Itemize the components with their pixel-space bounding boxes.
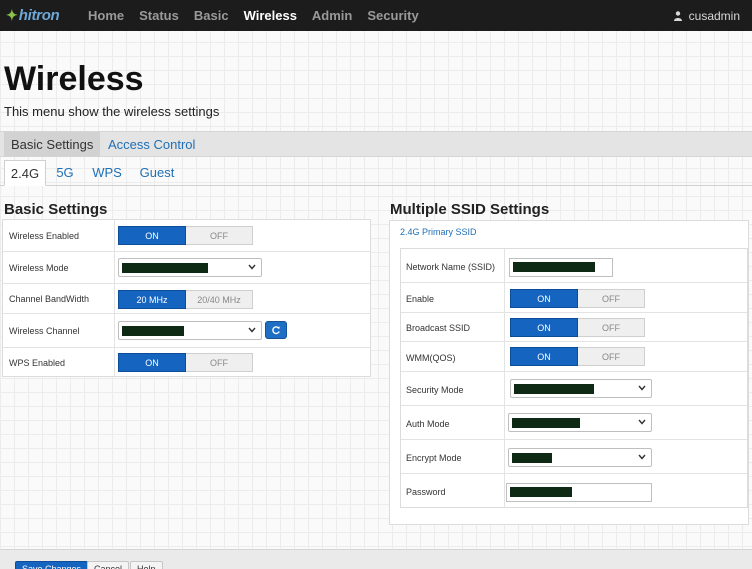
username: cusadmin [688, 9, 740, 23]
nav-admin[interactable]: Admin [312, 8, 352, 23]
row-wps-enabled: WPS Enabled ON OFF [3, 348, 370, 378]
row-channel-bandwidth: Channel BandWidth 20 MHz 20/40 MHz [3, 284, 370, 314]
nav-security[interactable]: Security [367, 8, 418, 23]
auth-mode-label: Auth Mode [406, 419, 450, 429]
user-icon [673, 11, 682, 21]
broadcast-ssid-on[interactable]: ON [510, 318, 578, 337]
row-wireless-mode: Wireless Mode [3, 252, 370, 284]
tab-5g[interactable]: 5G [52, 160, 78, 186]
main-nav: Home Status Basic Wireless Admin Securit… [88, 8, 434, 23]
wireless-channel-label: Wireless Channel [9, 326, 80, 336]
wmm-qos-off[interactable]: OFF [578, 347, 645, 366]
tab-basic-settings[interactable]: Basic Settings [4, 132, 101, 157]
wireless-enabled-on[interactable]: ON [118, 226, 186, 245]
page-title: Wireless [4, 60, 144, 98]
row-wmm-qos: WMM(QOS) ON OFF [401, 342, 747, 372]
row-security-mode: Security Mode [401, 372, 747, 406]
redacted-value [122, 326, 184, 336]
top-nav-bar: ✦ hitron Home Status Basic Wireless Admi… [0, 0, 752, 31]
network-name-input[interactable] [509, 258, 613, 277]
logo-arrow-icon: ✦ [6, 7, 18, 23]
bandwidth-20mhz[interactable]: 20 MHz [118, 290, 186, 309]
broadcast-ssid-toggle: ON OFF [510, 318, 645, 337]
band-tabs: 2.4G 5G WPS Guest [0, 160, 752, 186]
enable-on[interactable]: ON [510, 289, 578, 308]
cancel-button[interactable]: Cancel [87, 561, 130, 569]
encrypt-mode-select[interactable] [508, 448, 652, 467]
security-mode-label: Security Mode [406, 385, 464, 395]
broadcast-ssid-off[interactable]: OFF [578, 318, 645, 337]
row-wireless-channel: Wireless Channel [3, 314, 370, 348]
chevron-down-icon [638, 419, 646, 425]
wireless-mode-label: Wireless Mode [9, 263, 69, 273]
redacted-value [513, 262, 595, 272]
broadcast-ssid-label: Broadcast SSID [406, 323, 471, 333]
bottom-action-bar: Save Changes Cancel Help [0, 549, 752, 569]
basic-settings-title: Basic Settings [4, 201, 108, 218]
chevron-down-icon [638, 385, 646, 391]
logo-text: hitron [18, 7, 60, 24]
tab-2-4g[interactable]: 2.4G [4, 160, 46, 186]
enable-off[interactable]: OFF [578, 289, 645, 308]
auth-mode-select[interactable] [508, 413, 652, 432]
row-broadcast-ssid: Broadcast SSID ON OFF [401, 313, 747, 342]
nav-basic[interactable]: Basic [194, 8, 229, 23]
nav-status[interactable]: Status [139, 8, 179, 23]
tab-guest[interactable]: Guest [136, 160, 178, 186]
redacted-value [514, 384, 594, 394]
refresh-icon [272, 326, 280, 335]
wireless-channel-select[interactable] [118, 321, 262, 340]
ssid-settings-title: Multiple SSID Settings [390, 201, 550, 218]
enable-label: Enable [406, 294, 435, 304]
security-mode-select[interactable] [510, 379, 652, 398]
wmm-qos-on[interactable]: ON [510, 347, 578, 366]
row-auth-mode: Auth Mode [401, 406, 747, 440]
redacted-value [122, 263, 208, 273]
help-button[interactable]: Help [130, 561, 163, 569]
basic-settings-panel: Wireless Enabled ON OFF Wireless Mode Ch… [2, 219, 371, 377]
chevron-down-icon [248, 264, 256, 270]
row-wireless-enabled: Wireless Enabled ON OFF [3, 220, 370, 252]
channel-bandwidth-label: Channel BandWidth [9, 294, 90, 304]
wps-enabled-label: WPS Enabled [9, 358, 66, 368]
encrypt-mode-label: Encrypt Mode [406, 453, 462, 463]
redacted-value [512, 418, 580, 428]
row-password: Password [401, 474, 747, 509]
wmm-qos-toggle: ON OFF [510, 347, 645, 366]
redacted-value [510, 487, 572, 497]
redacted-value [512, 453, 552, 463]
wireless-enabled-label: Wireless Enabled [9, 231, 80, 241]
ssid-subtitle: 2.4G Primary SSID [400, 227, 477, 237]
wmm-qos-label: WMM(QOS) [406, 353, 456, 363]
wps-enabled-toggle: ON OFF [118, 353, 253, 372]
wps-enabled-off[interactable]: OFF [186, 353, 253, 372]
tab-access-control[interactable]: Access Control [101, 132, 202, 157]
wireless-mode-select[interactable] [118, 258, 262, 277]
settings-subtabs: Basic Settings Access Control [0, 131, 752, 157]
network-name-label: Network Name (SSID) [406, 262, 496, 272]
password-input[interactable] [506, 483, 652, 502]
wireless-enabled-off[interactable]: OFF [186, 226, 253, 245]
refresh-channel-button[interactable] [265, 321, 287, 339]
chevron-down-icon [638, 454, 646, 460]
hitron-logo[interactable]: ✦ hitron [6, 7, 76, 24]
row-encrypt-mode: Encrypt Mode [401, 440, 747, 474]
row-enable: Enable ON OFF [401, 283, 747, 313]
nav-wireless[interactable]: Wireless [244, 8, 297, 23]
bandwidth-20-40mhz[interactable]: 20/40 MHz [186, 290, 253, 309]
wireless-enabled-toggle: ON OFF [118, 226, 253, 245]
channel-bandwidth-toggle: 20 MHz 20/40 MHz [118, 290, 253, 309]
nav-home[interactable]: Home [88, 8, 124, 23]
page-description: This menu show the wireless settings [4, 104, 220, 119]
row-network-name: Network Name (SSID) [401, 249, 747, 283]
wps-enabled-on[interactable]: ON [118, 353, 186, 372]
ssid-rows-table: Network Name (SSID) Enable ON OFF Broadc… [400, 248, 748, 508]
password-label: Password [406, 487, 446, 497]
tab-wps[interactable]: WPS [88, 160, 126, 186]
enable-toggle: ON OFF [510, 289, 645, 308]
save-changes-button[interactable]: Save Changes [15, 561, 89, 569]
user-menu[interactable]: cusadmin [673, 9, 740, 23]
chevron-down-icon [248, 327, 256, 333]
